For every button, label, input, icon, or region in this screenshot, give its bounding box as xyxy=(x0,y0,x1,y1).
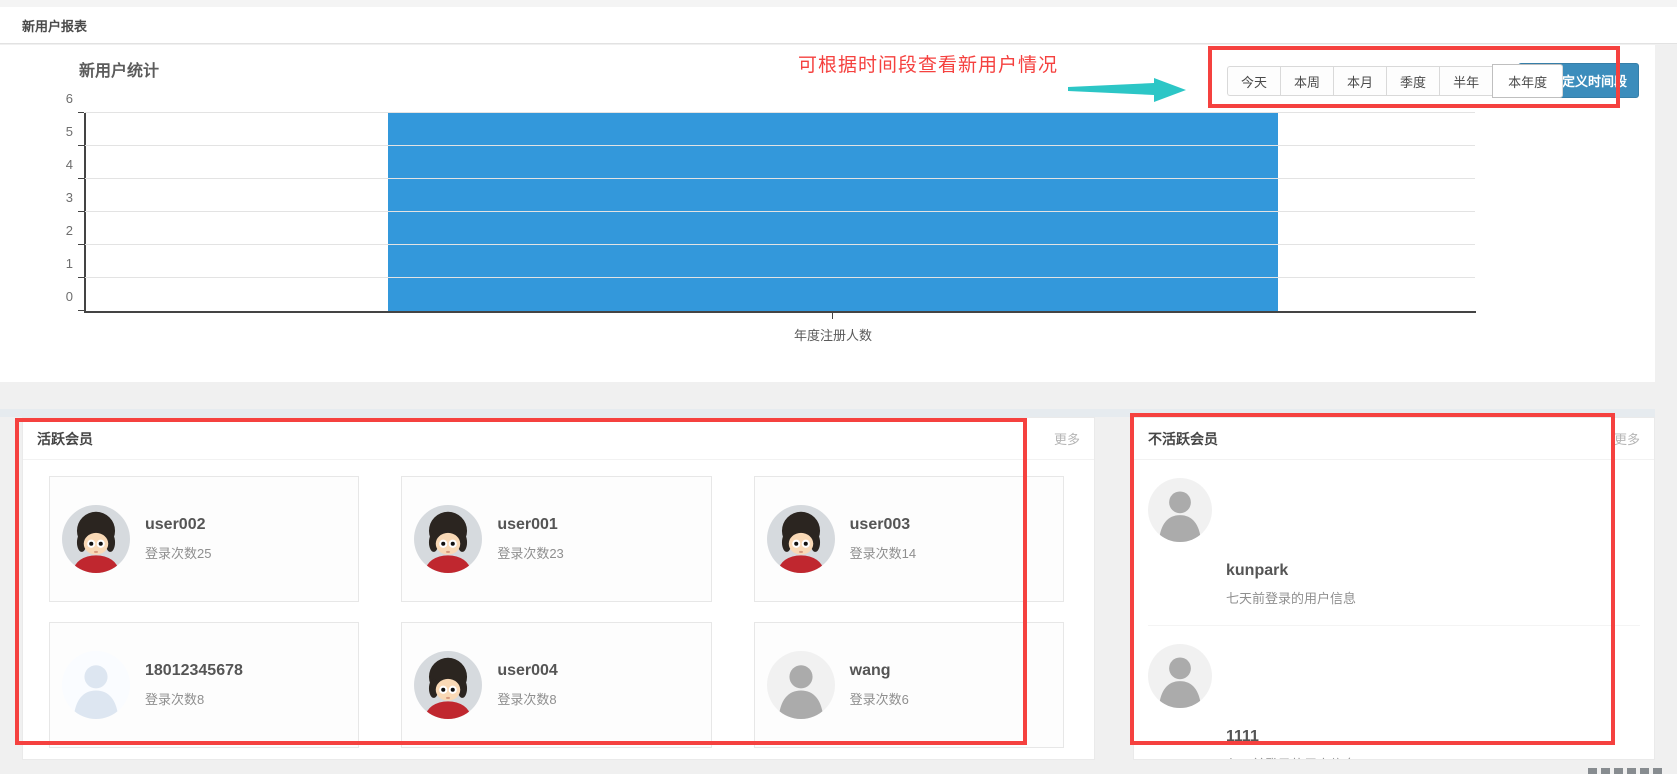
gridline xyxy=(85,244,1475,245)
y-axis-tick xyxy=(78,145,84,146)
user-name: 1111 xyxy=(1226,728,1640,746)
active-members-title: 活跃会员 xyxy=(37,429,93,449)
y-axis-tick xyxy=(78,277,84,278)
user-name: wang xyxy=(850,662,909,680)
page-title: 新用户报表 xyxy=(22,16,87,35)
active-members-header: 活跃会员 更多 xyxy=(23,418,1094,460)
user-card-text: 18012345678 登录次数8 xyxy=(145,662,243,708)
arrow-shape xyxy=(1068,78,1186,102)
inactive-members-panel: 不活跃会员 更多 kunpark 七天前登录的用户信息 1111 七天前登录的用… xyxy=(1133,417,1655,760)
user-login-count: 登录次数8 xyxy=(497,689,558,708)
y-axis-label: 1 xyxy=(39,256,73,271)
user-card-text: user003 登录次数14 xyxy=(850,516,916,562)
inactive-members-list: kunpark 七天前登录的用户信息 1111 七天前登录的用户信息 xyxy=(1134,460,1654,760)
user-name: user004 xyxy=(497,662,558,680)
active-member-card[interactable]: user001 登录次数23 xyxy=(401,476,711,602)
y-axis-tick xyxy=(78,211,84,212)
x-axis-line xyxy=(84,311,1476,313)
user-card-text: user001 登录次数23 xyxy=(497,516,563,562)
time-button-1[interactable]: 本周 xyxy=(1280,66,1333,96)
section-divider xyxy=(0,409,1655,417)
inactive-members-title: 不活跃会员 xyxy=(1148,429,1218,449)
chart-title: 新用户统计 xyxy=(79,57,159,81)
active-members-panel: 活跃会员 更多 user002 登录次数25 user001 登录次数23 us… xyxy=(22,417,1095,760)
y-axis-tick xyxy=(78,310,84,311)
gridline xyxy=(85,145,1475,146)
time-button-0[interactable]: 今天 xyxy=(1227,66,1280,96)
user-avatar xyxy=(62,505,130,573)
user-avatar xyxy=(62,651,130,719)
user-avatar xyxy=(767,651,835,719)
y-axis-label: 3 xyxy=(39,190,73,205)
y-axis-label: 2 xyxy=(39,223,73,238)
y-axis-tick xyxy=(78,178,84,179)
time-range-button-group: 今天本周本月季度半年本年度 xyxy=(1227,65,1563,97)
active-member-card[interactable]: 18012345678 登录次数8 xyxy=(49,622,359,748)
gridline xyxy=(85,112,1475,113)
user-name: 18012345678 xyxy=(145,662,243,680)
user-login-count: 登录次数8 xyxy=(145,689,243,708)
gridline xyxy=(85,277,1475,278)
user-login-count: 登录次数6 xyxy=(850,689,909,708)
user-card-text: user004 登录次数8 xyxy=(497,662,558,708)
top-strip xyxy=(0,0,1677,7)
y-axis-tick xyxy=(78,244,84,245)
inactive-member-item[interactable]: 1111 七天前登录的用户信息 xyxy=(1148,626,1640,760)
time-button-2[interactable]: 本月 xyxy=(1333,66,1386,96)
gridline xyxy=(85,178,1475,179)
time-button-5[interactable]: 本年度 xyxy=(1492,64,1563,98)
user-name: kunpark xyxy=(1226,562,1640,580)
time-button-4[interactable]: 半年 xyxy=(1439,66,1492,96)
x-axis-tick xyxy=(832,313,833,319)
user-login-info: 七天前登录的用户信息 xyxy=(1226,588,1640,607)
time-button-3[interactable]: 季度 xyxy=(1386,66,1439,96)
user-avatar xyxy=(414,505,482,573)
active-member-card[interactable]: user002 登录次数25 xyxy=(49,476,359,602)
annotation-text: 可根据时间段查看新用户情况 xyxy=(798,50,1058,77)
annotation-arrow-icon xyxy=(1068,78,1188,104)
user-card-text: user002 登录次数25 xyxy=(145,516,211,562)
user-login-info: 七天前登录的用户信息 xyxy=(1226,754,1640,760)
active-member-card[interactable]: wang 登录次数6 xyxy=(754,622,1064,748)
y-axis-line xyxy=(84,113,86,311)
active-member-card[interactable]: user004 登录次数8 xyxy=(401,622,711,748)
user-avatar xyxy=(1148,478,1212,542)
bar-chart: 年度注册人数 0123456 xyxy=(85,113,1475,311)
chart-bar[interactable] xyxy=(388,113,1278,311)
y-axis-label: 4 xyxy=(39,157,73,172)
y-axis-label: 5 xyxy=(39,124,73,139)
user-name: user001 xyxy=(497,516,563,534)
inactive-members-more-link[interactable]: 更多 xyxy=(1614,429,1640,448)
user-avatar xyxy=(414,651,482,719)
new-user-chart-panel: 新用户统计 可根据时间段查看新用户情况 今天本周本月季度半年本年度 自定义时间段… xyxy=(0,45,1655,382)
clipped-text-fragment xyxy=(1588,768,1666,774)
y-axis-label: 6 xyxy=(39,91,73,106)
user-login-count: 登录次数23 xyxy=(497,543,563,562)
gridline xyxy=(85,211,1475,212)
user-login-count: 登录次数14 xyxy=(850,543,916,562)
user-card-text: wang 登录次数6 xyxy=(850,662,909,708)
user-name: user002 xyxy=(145,516,211,534)
inactive-members-header: 不活跃会员 更多 xyxy=(1134,418,1654,460)
topbar: 新用户报表 xyxy=(0,7,1677,44)
y-axis-label: 0 xyxy=(39,289,73,304)
active-member-card[interactable]: user003 登录次数14 xyxy=(754,476,1064,602)
inactive-member-item[interactable]: kunpark 七天前登录的用户信息 xyxy=(1148,460,1640,626)
user-avatar xyxy=(1148,644,1212,708)
user-avatar xyxy=(767,505,835,573)
x-axis-category-label: 年度注册人数 xyxy=(758,325,908,344)
y-axis-tick xyxy=(78,112,84,113)
active-members-grid: user002 登录次数25 user001 登录次数23 user003 登录… xyxy=(23,460,1094,748)
user-name: user003 xyxy=(850,516,916,534)
active-members-more-link[interactable]: 更多 xyxy=(1054,429,1080,448)
user-login-count: 登录次数25 xyxy=(145,543,211,562)
dashboard-page: 新用户报表 新用户统计 可根据时间段查看新用户情况 今天本周本月季度半年本年度 … xyxy=(0,0,1677,774)
